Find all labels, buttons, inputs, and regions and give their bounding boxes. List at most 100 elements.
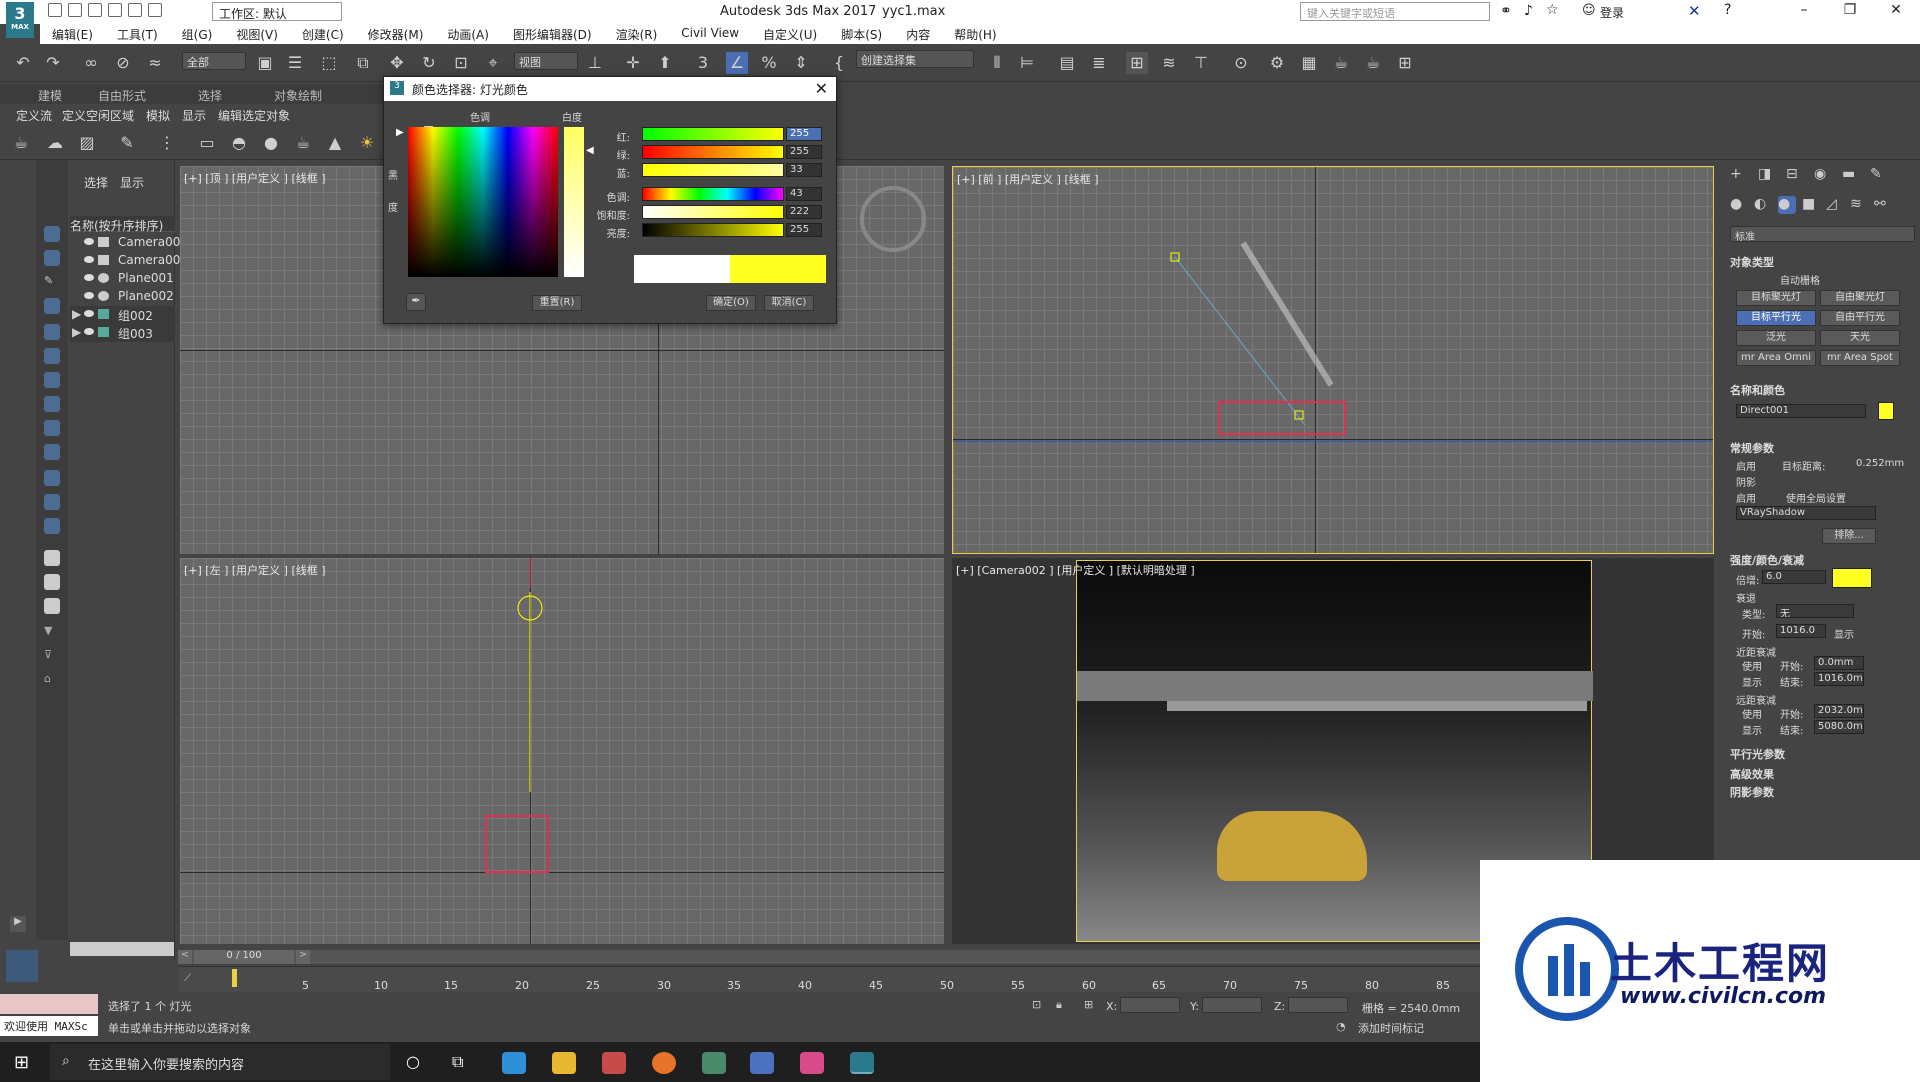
- sphere-half-icon[interactable]: ◓: [228, 132, 250, 154]
- eye-icon[interactable]: [84, 238, 94, 245]
- workspace-select[interactable]: 工作区: 默认: [212, 2, 342, 21]
- camera-tool-icon[interactable]: [44, 250, 60, 266]
- box-icon[interactable]: ▭: [196, 132, 218, 154]
- mirror-icon[interactable]: ⫴: [986, 52, 1008, 74]
- expand-icon[interactable]: ▶: [72, 307, 81, 321]
- decay-show-checkbox[interactable]: 显示: [1834, 626, 1854, 641]
- scene-item[interactable]: Plane002: [70, 288, 175, 306]
- binoculars-icon[interactable]: ⚭: [1500, 3, 1512, 19]
- isolate-icon[interactable]: ⊡: [1032, 998, 1041, 1011]
- rollout-name-color[interactable]: 名称和颜色: [1730, 382, 1785, 398]
- ribbon-sub-display[interactable]: 显示: [182, 107, 206, 124]
- dialog-close-icon[interactable]: ✕: [815, 79, 828, 98]
- open-file-icon[interactable]: [68, 3, 82, 17]
- firefox-icon[interactable]: [652, 1052, 676, 1074]
- green-input[interactable]: 255: [786, 145, 822, 159]
- exclude-button[interactable]: 排除...: [1822, 528, 1876, 544]
- menu-create[interactable]: 创建(C): [290, 24, 356, 44]
- near-start-input[interactable]: 0.0mm: [1814, 656, 1864, 670]
- blackness-pointer-icon[interactable]: ▶: [396, 127, 404, 138]
- rollout-advanced[interactable]: 高级效果: [1730, 766, 1774, 782]
- time-slider[interactable]: < 0 / 100 >: [178, 950, 1482, 964]
- x-coord-input[interactable]: [1120, 997, 1180, 1013]
- x-exchange-icon[interactable]: ✕: [1688, 2, 1701, 20]
- layer3-tool-icon[interactable]: [44, 598, 60, 614]
- ribbon-tab-object-paint[interactable]: 对象绘制: [274, 87, 322, 104]
- mr-area-spot-button[interactable]: mr Area Spot: [1820, 350, 1900, 366]
- redo-icon[interactable]: ↷: [42, 52, 64, 74]
- render-iterative-icon[interactable]: ☕: [1362, 52, 1384, 74]
- scene-tab-display[interactable]: 显示: [120, 174, 144, 191]
- y-coord-input[interactable]: [1202, 997, 1262, 1013]
- scene-scrollbar[interactable]: [70, 942, 174, 956]
- frame-indicator[interactable]: 0 / 100: [194, 950, 294, 964]
- ribbon-tab-freeform[interactable]: 自由形式: [98, 87, 146, 104]
- redo-icon[interactable]: [128, 3, 142, 17]
- undo-icon[interactable]: ↶: [12, 52, 34, 74]
- selection-filter[interactable]: 全部: [182, 52, 246, 70]
- ribbon-tab-selection[interactable]: 选择: [198, 87, 222, 104]
- cameras-cat-icon[interactable]: ■: [1802, 196, 1820, 214]
- undo-icon[interactable]: [108, 3, 122, 17]
- saturation-slider[interactable]: [642, 205, 784, 219]
- spinner-snap-icon[interactable]: ⇕: [790, 52, 812, 74]
- cone-icon[interactable]: ▲: [324, 132, 346, 154]
- helper-tool-icon[interactable]: [44, 372, 60, 388]
- create-tab-icon[interactable]: +: [1730, 166, 1748, 184]
- spacewarps-cat-icon[interactable]: ≋: [1850, 196, 1868, 214]
- whiteness-pointer-icon[interactable]: ◀: [586, 145, 594, 156]
- file-explorer-icon[interactable]: [552, 1052, 576, 1074]
- bell-icon[interactable]: ♪: [1524, 3, 1533, 19]
- app-media-icon[interactable]: [800, 1052, 824, 1074]
- lock-selection-icon[interactable]: 🔒︎: [1056, 998, 1062, 1012]
- shadow-on-checkbox[interactable]: 启用: [1736, 490, 1756, 505]
- bone-tool-icon[interactable]: [44, 420, 60, 436]
- keyboard-shortcut-icon[interactable]: ⬆: [654, 52, 676, 74]
- target-spot-button[interactable]: 目标聚光灯: [1736, 290, 1816, 306]
- ok-button[interactable]: 确定(O): [706, 295, 756, 311]
- omni-button[interactable]: 泛光: [1736, 330, 1816, 346]
- category-select[interactable]: 标准: [1730, 226, 1915, 243]
- target-direct-button[interactable]: 目标平行光: [1736, 310, 1816, 326]
- blue-slider[interactable]: [642, 163, 784, 177]
- lights-cat-icon[interactable]: ●: [1778, 196, 1796, 214]
- value-slider[interactable]: [642, 223, 784, 237]
- ribbon-toggle-icon[interactable]: ⊞: [1126, 52, 1148, 74]
- help-icon[interactable]: ?: [1724, 2, 1731, 18]
- edit-named-sel-icon[interactable]: {: [828, 52, 850, 74]
- menu-rendering[interactable]: 渲染(R): [604, 24, 670, 44]
- scene-item[interactable]: Camera002: [70, 252, 188, 270]
- near-end-input[interactable]: 1016.0m: [1814, 672, 1864, 686]
- render-setup-icon[interactable]: ⚙: [1266, 52, 1288, 74]
- funnel-icon[interactable]: ⊽: [44, 648, 60, 664]
- geometry-cat-icon[interactable]: ●: [1730, 196, 1748, 214]
- viewport-label[interactable]: [+] [Camera002 ] [用户定义 ] [默认明暗处理 ]: [956, 562, 1195, 578]
- far-end-input[interactable]: 5080.0m: [1814, 720, 1864, 734]
- sun-icon[interactable]: ☀: [356, 132, 378, 154]
- light-tool-icon[interactable]: ✎: [44, 274, 60, 290]
- scene-tab-select[interactable]: 选择: [84, 174, 108, 191]
- menu-modifiers[interactable]: 修改器(M): [356, 24, 436, 44]
- autogrid-checkbox[interactable]: 自动栅格: [1780, 272, 1820, 287]
- scale-icon[interactable]: ⊡: [450, 52, 472, 74]
- multiplier-input[interactable]: 6.0: [1762, 570, 1826, 584]
- snap-3d-icon[interactable]: 3: [692, 52, 714, 74]
- eye-icon[interactable]: [84, 292, 94, 299]
- viewport-label[interactable]: [+] [左 ] [用户定义 ] [线框 ]: [184, 562, 326, 578]
- bind-space-warp-icon[interactable]: ≈: [144, 52, 166, 74]
- rollout-general[interactable]: 常规参数: [1730, 440, 1774, 456]
- ribbon-tab-modeling[interactable]: 建模: [38, 87, 62, 104]
- expand-icon[interactable]: ▶: [72, 325, 81, 339]
- light-on-checkbox[interactable]: 启用: [1736, 458, 1756, 473]
- hue-saturation-field[interactable]: [408, 127, 558, 277]
- reset-button[interactable]: 重置(R): [532, 295, 582, 311]
- red-slider[interactable]: [642, 127, 784, 141]
- app-pen-icon[interactable]: [750, 1052, 774, 1074]
- hue-input[interactable]: 43: [786, 187, 822, 201]
- scene-explorer-icon[interactable]: ▤: [1056, 52, 1078, 74]
- object-name-input[interactable]: Direct001: [1736, 404, 1866, 418]
- far-start-input[interactable]: 2032.0m: [1814, 704, 1864, 718]
- align-icon[interactable]: ⊨: [1016, 52, 1038, 74]
- menu-group[interactable]: 组(G): [170, 24, 225, 44]
- user-icon[interactable]: ☺: [1582, 3, 1596, 18]
